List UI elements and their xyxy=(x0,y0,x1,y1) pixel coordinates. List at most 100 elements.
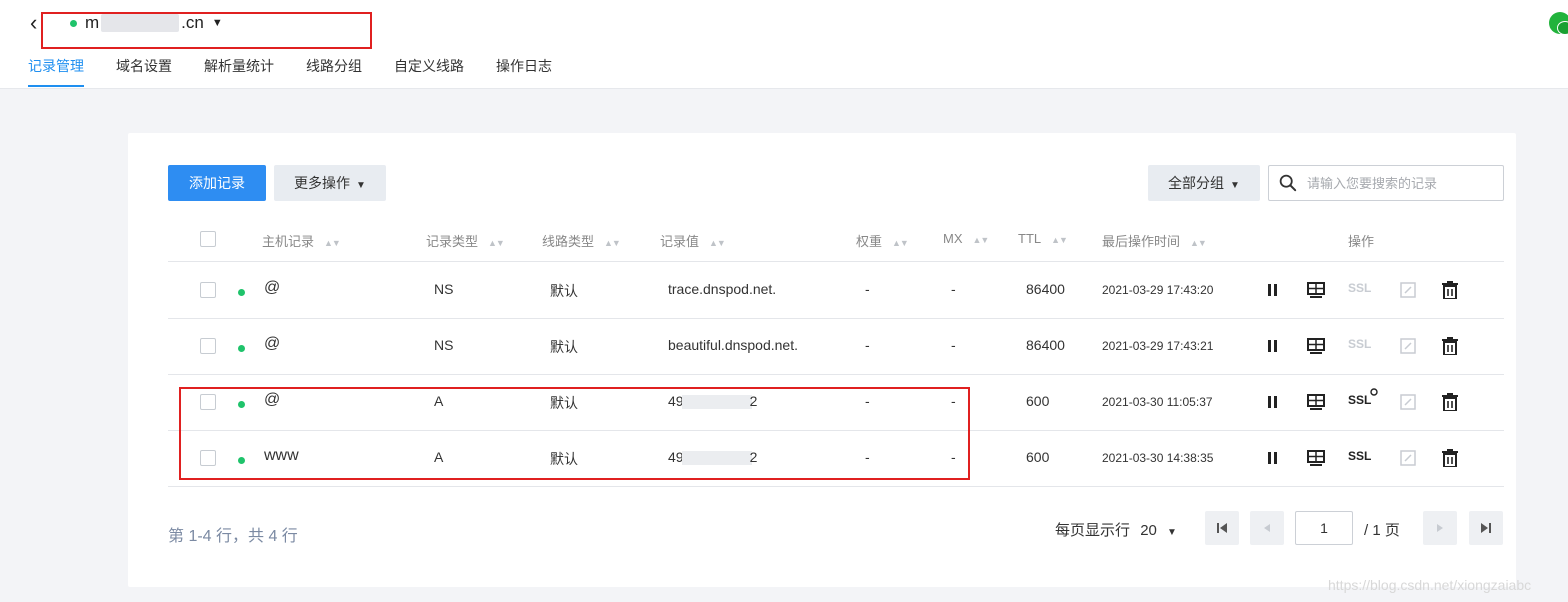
group-filter-label: 全部分组 xyxy=(1168,175,1225,191)
tab-resolution-stats[interactable]: 解析量统计 xyxy=(204,56,274,87)
last-page-button[interactable] xyxy=(1469,511,1503,545)
edit-icon[interactable] xyxy=(1398,448,1418,468)
search-icon xyxy=(1279,174,1297,192)
delete-icon[interactable] xyxy=(1440,448,1460,468)
col-line[interactable]: 线路类型 ▲▼ xyxy=(542,231,621,250)
select-all-checkbox[interactable] xyxy=(200,231,216,247)
clock-icon xyxy=(1370,388,1378,396)
tab-operation-log[interactable]: 操作日志 xyxy=(496,56,552,87)
col-time-label: 最后操作时间 xyxy=(1102,234,1181,249)
domain-name-suffix: .cn xyxy=(181,13,204,32)
col-ttl-label: TTL xyxy=(1018,231,1042,246)
row-checkbox[interactable] xyxy=(200,282,216,298)
mx-cell: - xyxy=(951,449,956,465)
ssl-icon[interactable]: SSL xyxy=(1348,449,1371,463)
first-page-button[interactable] xyxy=(1205,511,1239,545)
monitor-icon[interactable] xyxy=(1306,392,1326,412)
row-checkbox[interactable] xyxy=(200,338,216,354)
more-actions-label: 更多操作 xyxy=(294,175,351,191)
col-mx[interactable]: MX ▲▼ xyxy=(943,231,990,246)
pause-icon[interactable] xyxy=(1263,448,1283,468)
redacted-mask xyxy=(681,451,752,466)
col-type[interactable]: 记录类型 ▲▼ xyxy=(426,231,505,250)
sort-icon: ▲▼ xyxy=(892,238,909,248)
domain-name-prefix: m xyxy=(85,13,100,32)
weight-cell: - xyxy=(865,337,870,353)
monitor-icon[interactable] xyxy=(1306,336,1326,356)
page-number-input[interactable]: 1 xyxy=(1295,511,1353,545)
domain-selector[interactable]: m .cn ▼ xyxy=(70,13,223,33)
more-actions-button[interactable]: 更多操作 ▼ xyxy=(274,165,386,201)
wechat-icon[interactable] xyxy=(1549,12,1568,35)
tab-custom-lines[interactable]: 自定义线路 xyxy=(394,56,464,87)
page-size-label: 每页显示行 xyxy=(1055,522,1131,539)
monitor-icon[interactable] xyxy=(1306,280,1326,300)
delete-icon[interactable] xyxy=(1440,280,1460,300)
line-cell: 默认 xyxy=(550,395,578,411)
type-cell: NS xyxy=(434,281,454,297)
ttl-cell: 600 xyxy=(1026,449,1050,465)
value-cell: beautiful.dnspod.net. xyxy=(668,337,798,353)
search-box[interactable] xyxy=(1268,165,1504,201)
prev-page-button[interactable] xyxy=(1250,511,1284,545)
next-page-button[interactable] xyxy=(1423,511,1457,545)
weight-cell: - xyxy=(865,449,870,465)
row-checkbox[interactable] xyxy=(200,394,216,410)
pause-icon[interactable] xyxy=(1263,280,1283,300)
delete-icon[interactable] xyxy=(1440,336,1460,356)
page-size-value: 20 xyxy=(1140,522,1157,539)
last-page-icon xyxy=(1481,523,1491,533)
col-weight[interactable]: 权重 ▲▼ xyxy=(856,231,909,250)
sort-icon: ▲▼ xyxy=(324,238,341,248)
col-ops: 操作 xyxy=(1348,234,1375,249)
table-row: www A 默认 49 2 - - 600 2021-03-30 14:38:35… xyxy=(168,430,1504,487)
pause-icon[interactable] xyxy=(1263,392,1283,412)
sort-icon: ▲▼ xyxy=(604,238,621,248)
add-record-button[interactable]: 添加记录 xyxy=(168,165,266,201)
col-value[interactable]: 记录值 ▲▼ xyxy=(660,231,726,250)
col-host[interactable]: 主机记录 ▲▼ xyxy=(262,231,341,250)
next-page-icon xyxy=(1437,524,1443,532)
col-time[interactable]: 最后操作时间 ▲▼ xyxy=(1102,231,1207,250)
status-dot xyxy=(238,289,245,296)
first-page-icon xyxy=(1217,523,1227,533)
monitor-icon[interactable] xyxy=(1306,448,1326,468)
edit-icon[interactable] xyxy=(1398,336,1418,356)
edit-icon[interactable] xyxy=(1398,280,1418,300)
col-ttl[interactable]: TTL ▲▼ xyxy=(1018,231,1068,246)
page-size-selector[interactable]: 每页显示行 20 ▼ xyxy=(1055,519,1177,540)
tab-bar: 记录管理 域名设置 解析量统计 线路分组 自定义线路 操作日志 xyxy=(28,56,584,87)
value-suffix: 2 xyxy=(749,449,758,465)
time-cell: 2021-03-30 11:05:37 xyxy=(1102,395,1213,409)
pause-icon[interactable] xyxy=(1263,336,1283,356)
table-row: @ NS 默认 beautiful.dnspod.net. - - 86400 … xyxy=(168,318,1504,375)
search-input[interactable] xyxy=(1305,174,1499,192)
line-cell: 默认 xyxy=(550,283,578,299)
tab-domain-settings[interactable]: 域名设置 xyxy=(116,56,172,87)
sort-icon: ▲▼ xyxy=(972,235,990,245)
ssl-icon[interactable]: SSL xyxy=(1348,337,1371,351)
group-filter-button[interactable]: 全部分组 ▼ xyxy=(1148,165,1260,201)
redacted-mask xyxy=(101,14,180,32)
tab-record-management[interactable]: 记录管理 xyxy=(28,56,84,87)
weight-cell: - xyxy=(865,393,870,409)
watermark: https://blog.csdn.net/xiongzaiabc xyxy=(1328,577,1532,593)
prev-page-icon xyxy=(1264,524,1270,532)
redacted-mask xyxy=(681,395,752,410)
table-row: @ A 默认 49 2 - - 600 2021-03-30 11:05:37 S… xyxy=(168,374,1504,431)
row-checkbox[interactable] xyxy=(200,450,216,466)
caret-down-icon: ▼ xyxy=(211,17,223,29)
delete-icon[interactable] xyxy=(1440,392,1460,412)
host-cell: @ xyxy=(264,279,281,296)
caret-down-icon: ▼ xyxy=(1230,180,1240,191)
col-mx-label: MX xyxy=(943,231,963,246)
line-cell: 默认 xyxy=(550,339,578,355)
status-dot xyxy=(238,457,245,464)
table-header: 主机记录 ▲▼ 记录类型 ▲▼ 线路类型 ▲▼ 记录值 ▲▼ 权重 ▲▼ MX ▲▼ TTL… xyxy=(168,219,1504,262)
sort-icon: ▲▼ xyxy=(1051,235,1068,245)
ssl-icon[interactable]: SSL xyxy=(1348,388,1378,407)
back-icon[interactable]: ‹ xyxy=(30,10,37,36)
ssl-icon[interactable]: SSL xyxy=(1348,281,1371,295)
tab-line-groups[interactable]: 线路分组 xyxy=(306,56,362,87)
edit-icon[interactable] xyxy=(1398,392,1418,412)
